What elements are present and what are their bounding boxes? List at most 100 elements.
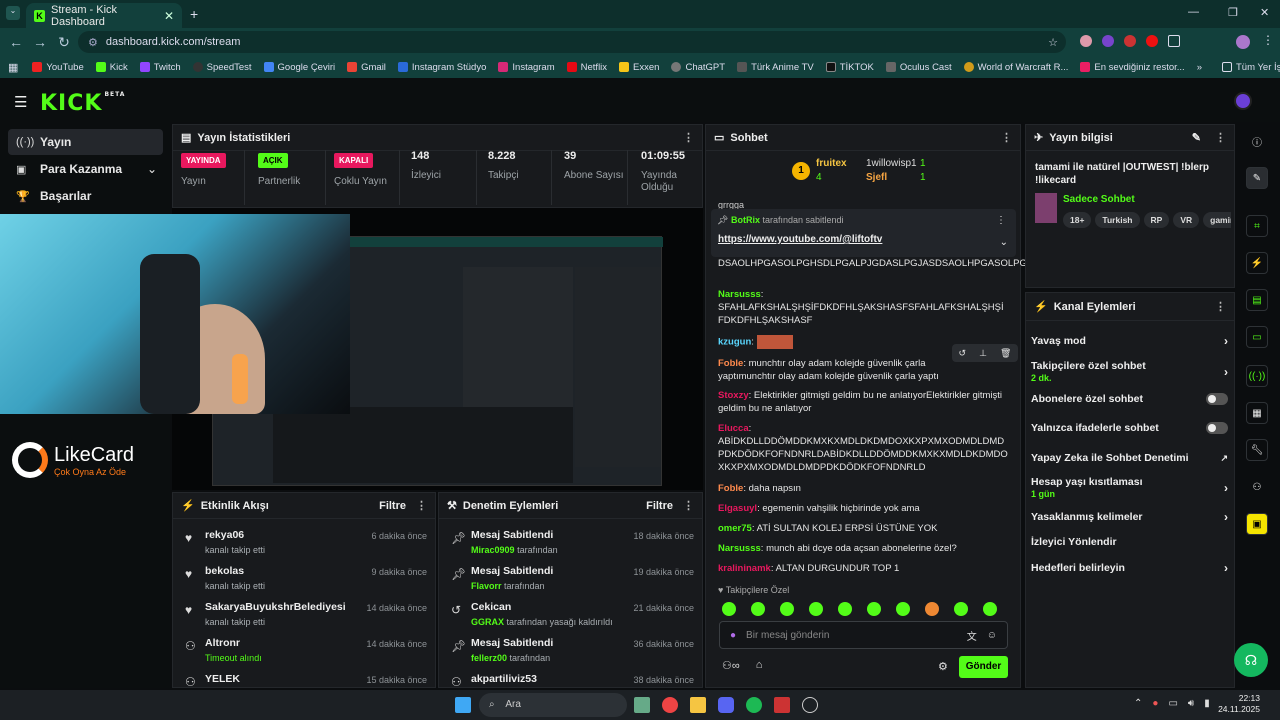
edit-icon[interactable]: ✎ [1246, 167, 1268, 189]
capture-icon[interactable]: ⌗ [1246, 215, 1268, 237]
chevron-up-icon[interactable]: ⌃ [1134, 698, 1142, 709]
goals-row[interactable]: Hedefleri belirleyin › [1031, 561, 1228, 575]
raid-row[interactable]: İzleyici Yönlendir [1031, 536, 1228, 548]
undo-icon[interactable]: ↺ [959, 348, 967, 359]
window-close-button[interactable]: ✕ [1260, 6, 1269, 19]
start-icon[interactable] [455, 697, 471, 713]
browser-tab[interactable]: K Stream - Kick Dashboard ✕ [26, 3, 182, 28]
support-button[interactable]: ☊ [1234, 643, 1268, 677]
app-icon[interactable] [774, 697, 790, 713]
more-options-icon[interactable]: ⋮ [1215, 131, 1226, 144]
more-options-icon[interactable]: ⋮ [683, 499, 694, 512]
emote-icon[interactable] [838, 602, 852, 616]
menu-icon[interactable]: ⋮ [1262, 33, 1274, 47]
delete-icon[interactable]: 🗑︎ [1000, 348, 1011, 359]
pinned-message[interactable]: 📌︎ BotRix tarafından sabitlendi https://… [711, 209, 1016, 257]
emotes-only-toggle[interactable] [1206, 422, 1228, 434]
bookmark-item[interactable]: Gmail [347, 62, 386, 73]
kick-logo[interactable]: KICK BETA [40, 91, 125, 116]
apps-icon[interactable]: ▦ [8, 61, 18, 74]
ai-moderation-row[interactable]: Yapay Zeka ile Sohbet Denetimi ↗ [1031, 452, 1228, 464]
more-options-icon[interactable]: ⋮ [683, 131, 694, 144]
slow-mode-row[interactable]: Yavaş mod › [1031, 334, 1228, 348]
wrench-icon[interactable]: 🔧︎ [1246, 439, 1268, 461]
bookmark-item[interactable]: SpeedTest [192, 62, 252, 73]
all-bookmarks[interactable]: Tüm Yer İşaretleri [1222, 62, 1280, 73]
emote-icon[interactable] [867, 602, 881, 616]
bookmark-item[interactable]: TİKTOK [825, 62, 874, 73]
bookmark-item[interactable]: Google Çeviri [263, 62, 335, 73]
reload-icon[interactable]: ↻ [52, 34, 76, 51]
emoji-icon[interactable]: ☺ [987, 630, 997, 641]
taskbar-search[interactable]: ⌕ Ara [479, 693, 627, 717]
users-icon[interactable]: ⚇∞ [722, 659, 740, 672]
extension-icon[interactable] [1080, 35, 1092, 47]
more-bookmarks-icon[interactable]: » [1197, 62, 1202, 73]
discord-icon[interactable] [718, 697, 734, 713]
bookmark-item[interactable]: ChatGPT [671, 62, 725, 73]
subscribers-only-toggle[interactable] [1206, 393, 1228, 405]
clipboard-icon[interactable]: ▤ [1246, 289, 1268, 311]
emote-icon[interactable] [751, 602, 765, 616]
flash-icon[interactable]: ⚡ [1246, 252, 1268, 274]
sidebar-item-para-kazanma[interactable]: ▣ Para Kazanma ⌄ [8, 156, 163, 182]
hamburger-menu-icon[interactable]: ☰ [14, 93, 27, 111]
volume-icon[interactable]: 🔊︎ [1188, 698, 1194, 709]
microphone-icon[interactable]: ● [730, 630, 736, 641]
users-icon[interactable]: ⚇ [1246, 476, 1268, 498]
bookmark-item[interactable]: Twitch [139, 62, 181, 73]
bookmark-item[interactable]: YouTube [32, 62, 84, 73]
chevron-down-icon[interactable]: ⌄ [1000, 237, 1008, 248]
network-icon[interactable]: ▭ [1168, 698, 1177, 709]
microphone-icon[interactable]: ● [1152, 698, 1158, 709]
more-options-icon[interactable]: ⋮ [416, 499, 427, 512]
send-button[interactable]: Gönder [959, 656, 1008, 678]
translate-icon[interactable]: 文 [967, 628, 977, 643]
extension-icon[interactable] [1102, 35, 1114, 47]
more-options-icon[interactable]: ⋮ [996, 215, 1006, 226]
emote-icon[interactable] [896, 602, 910, 616]
pinned-link[interactable]: https://www.youtube.com/@liftoftv [718, 234, 882, 245]
battery-icon[interactable]: ▮ [1204, 698, 1210, 709]
emote-icon[interactable] [983, 602, 997, 616]
extension-icon[interactable] [1146, 35, 1158, 47]
subscribers-only-row[interactable]: Abonelere özel sohbet [1031, 393, 1228, 405]
forward-icon[interactable]: → [28, 34, 52, 50]
chat-bubble-icon[interactable]: ▭ [1246, 326, 1268, 348]
app-icon[interactable] [802, 697, 818, 713]
minimize-button[interactable]: — [1188, 6, 1199, 18]
pin-icon[interactable]: ⊥ [979, 348, 987, 359]
spotify-icon[interactable] [746, 697, 762, 713]
info-icon[interactable]: ⓘ [1246, 130, 1268, 152]
emote-icon[interactable] [925, 602, 939, 616]
emotes-only-row[interactable]: Yalnızca ifadelerle sohbet [1031, 422, 1228, 434]
sidebar-item-basarilar[interactable]: 🏆 Başarılar [8, 183, 163, 209]
bookmark-item[interactable]: En sevdiğiniz restor... [1080, 62, 1185, 73]
sidebar-item-yayin[interactable]: ((·)) Yayın [8, 129, 163, 155]
banned-words-row[interactable]: Yasaklanmış kelimeler › [1031, 510, 1228, 524]
followers-only-row[interactable]: Takipçilere özel sohbet 2 dk. › [1031, 360, 1228, 384]
filter-button[interactable]: Filtre [379, 500, 406, 512]
site-info-icon[interactable]: ⚙ [88, 36, 98, 49]
chat-input[interactable]: ● Bir mesaj gönderin 文 ☺ [719, 621, 1008, 649]
broadcast-icon[interactable]: ((·)) [1246, 365, 1268, 387]
profile-avatar[interactable] [1236, 35, 1250, 49]
chat-settings-icon[interactable]: ⚙ [938, 660, 948, 673]
folder-icon[interactable] [690, 697, 706, 713]
extension-icon[interactable] [1124, 35, 1136, 47]
bookmark-item[interactable]: Instagram Stüdyo [397, 62, 486, 73]
bookmark-item[interactable]: Exxen [619, 62, 659, 73]
emote-icon[interactable] [780, 602, 794, 616]
emote-icon[interactable] [722, 602, 736, 616]
clock[interactable]: 22:13 24.11.2025 [1216, 693, 1260, 715]
restore-button[interactable]: ❐ [1228, 6, 1238, 19]
store-icon[interactable]: ⌂ [756, 659, 763, 672]
emote-icon[interactable] [954, 602, 968, 616]
bookmark-item[interactable]: Instagram [498, 62, 555, 73]
back-icon[interactable]: ← [4, 34, 28, 50]
layers-icon[interactable]: ▦ [1246, 402, 1268, 424]
chrome-icon[interactable] [662, 697, 678, 713]
emote-icon[interactable] [809, 602, 823, 616]
bookmark-item[interactable]: Oculus Cast [885, 62, 952, 73]
user-avatar[interactable] [1234, 92, 1252, 110]
